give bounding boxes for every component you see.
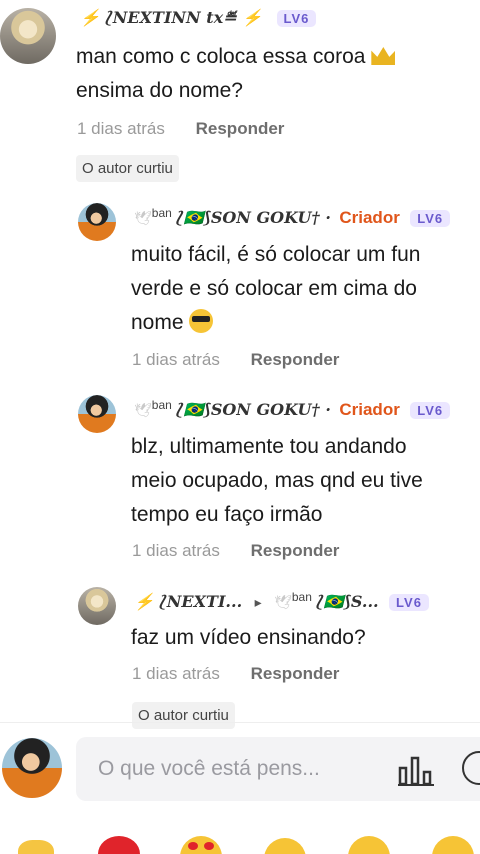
avatar[interactable]	[78, 587, 116, 625]
creator-badge: Criador	[339, 400, 400, 419]
username[interactable]: ⚡ ⟅NEXTINN tx≝ ⚡	[80, 8, 262, 27]
level-badge: LV6	[410, 402, 451, 419]
reply-button[interactable]: Responder	[251, 541, 340, 560]
timestamp: 1 dias atrás	[77, 119, 165, 138]
level-badge: LV6	[410, 210, 451, 227]
timestamp: 1 dias atrás	[132, 350, 220, 369]
sunglasses-emoji	[189, 309, 214, 333]
comment-input[interactable]: O que você está pens...	[76, 737, 480, 801]
reply-button[interactable]: Responder	[196, 119, 285, 138]
reply-button[interactable]: Responder	[251, 664, 340, 683]
comment-header: ⚡ ⟅NEXTI... ▸ 🕊ban ⟅🇧🇷⟆S... LV6	[134, 590, 429, 612]
dove-icon: 🕊	[134, 210, 152, 226]
avatar[interactable]	[0, 8, 56, 64]
gif-icon[interactable]	[462, 751, 480, 785]
username[interactable]: ⟅🇧🇷⟆SON GOKU† ·	[176, 208, 331, 227]
level-badge: LV6	[389, 594, 429, 611]
comment-text: man como c coloca essa coroa ensima do n…	[76, 40, 396, 108]
dove-icon: 🕊	[134, 402, 152, 418]
reply-button[interactable]: Responder	[251, 350, 340, 369]
grin-emoji[interactable]	[432, 836, 474, 854]
crown-emoji	[371, 47, 396, 65]
comment-text: blz, ultimamente tou andando meio ocupad…	[131, 435, 423, 526]
comment-meta: 1 dias atrás Responder	[132, 541, 339, 561]
username[interactable]: ⟅🇧🇷⟆SON GOKU† ·	[176, 400, 331, 419]
heart-eyes-emoji[interactable]	[180, 836, 222, 854]
avatar[interactable]	[78, 203, 116, 241]
my-avatar[interactable]	[2, 738, 62, 798]
wink-emoji[interactable]	[348, 836, 390, 854]
dove-icon: 🕊	[274, 594, 292, 610]
username[interactable]: ⚡ ⟅NEXTI...	[134, 592, 242, 611]
hands-emoji[interactable]	[18, 840, 54, 854]
reactions-row	[0, 834, 480, 854]
reply-to-username[interactable]: ⟅🇧🇷⟆S...	[316, 592, 378, 611]
chart-icon[interactable]	[396, 754, 436, 786]
comment-header: ⚡ ⟅NEXTINN tx≝ ⚡ LV6	[80, 8, 317, 28]
author-liked-badge: O autor curtiu	[132, 702, 235, 729]
comment-text: faz um vídeo ensinando?	[131, 626, 366, 649]
level-badge: LV6	[276, 10, 317, 27]
comment-header: 🕊ban ⟅🇧🇷⟆SON GOKU† · Criador LV6	[134, 398, 451, 420]
comment-input-placeholder: O que você está pens...	[98, 757, 320, 780]
composer-divider	[0, 722, 480, 723]
smile-emoji[interactable]	[264, 838, 306, 854]
comment-text: muito fácil, é só colocar um fun verde e…	[131, 243, 421, 334]
comment-meta: 1 dias atrás Responder	[77, 119, 284, 139]
timestamp: 1 dias atrás	[132, 664, 220, 683]
timestamp: 1 dias atrás	[132, 541, 220, 560]
avatar[interactable]	[78, 395, 116, 433]
comment-meta: 1 dias atrás Responder	[132, 350, 339, 370]
creator-badge: Criador	[339, 208, 400, 227]
reply-arrow-icon: ▸	[254, 594, 262, 610]
comment-meta: 1 dias atrás Responder	[132, 664, 339, 684]
heart-emoji[interactable]	[98, 836, 140, 854]
comment-header: 🕊ban ⟅🇧🇷⟆SON GOKU† · Criador LV6	[134, 206, 451, 228]
author-liked-badge: O autor curtiu	[76, 155, 179, 182]
